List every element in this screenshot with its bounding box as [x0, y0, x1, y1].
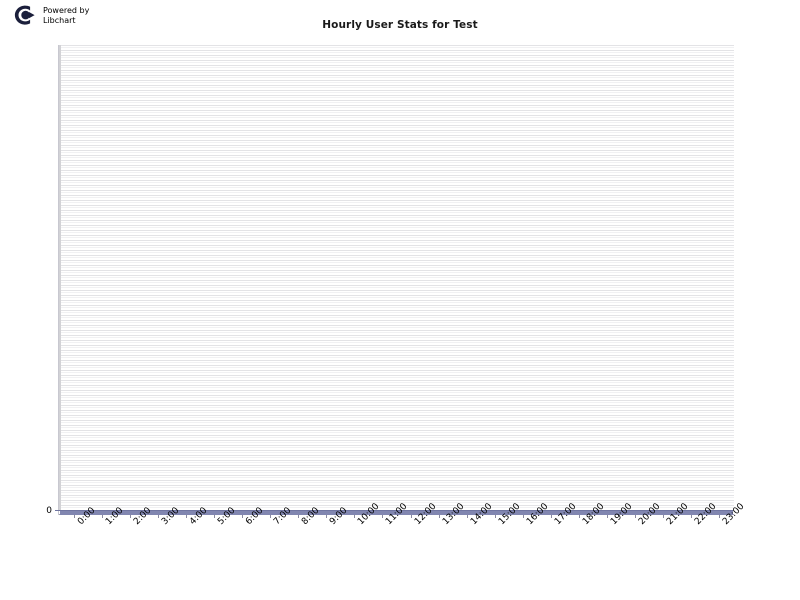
- x-tick-mark: [214, 515, 216, 518]
- x-tick-mark: [326, 515, 328, 518]
- y-axis-tick-mark: [55, 510, 60, 511]
- x-tick-mark: [662, 515, 664, 518]
- x-tick-mark: [522, 515, 524, 518]
- x-tick-mark: [242, 515, 244, 518]
- x-tick-mark: [298, 515, 300, 518]
- x-axis-tick-labels: 0:00 1:00 2:00 3:00 4:00 5:00 6:00 7:00 8:00 9:00…: [60, 502, 746, 575]
- x-tick-mark: [354, 515, 356, 518]
- x-tick-mark: [130, 515, 132, 518]
- x-tick-mark: [690, 515, 692, 518]
- x-tick-mark: [438, 515, 440, 518]
- x-tick-mark: [186, 515, 188, 518]
- y-axis-line: [58, 45, 59, 515]
- x-tick-mark: [410, 515, 412, 518]
- chart-canvas: Powered by Libchart Hourly User Stats fo…: [0, 0, 800, 600]
- y-axis-tick-label-0: 0: [46, 506, 52, 516]
- x-tick-mark: [634, 515, 636, 518]
- plot-left-border: [59, 45, 61, 511]
- x-tick-mark: [466, 515, 468, 518]
- horizontal-gridlines: [59, 45, 734, 511]
- x-tick-mark: [270, 515, 272, 518]
- x-tick-mark: [578, 515, 580, 518]
- x-tick-mark: [606, 515, 608, 518]
- x-tick-mark: [718, 515, 720, 518]
- x-tick-mark: [102, 515, 104, 518]
- plot-area: [59, 45, 734, 511]
- x-tick-mark: [550, 515, 552, 518]
- chart-title: Hourly User Stats for Test: [322, 19, 478, 31]
- x-tick-mark: [494, 515, 496, 518]
- x-tick-mark: [74, 515, 76, 518]
- branding-line-1: Powered by: [43, 6, 90, 15]
- x-tick-mark: [382, 515, 384, 518]
- x-tick-mark: [158, 515, 160, 518]
